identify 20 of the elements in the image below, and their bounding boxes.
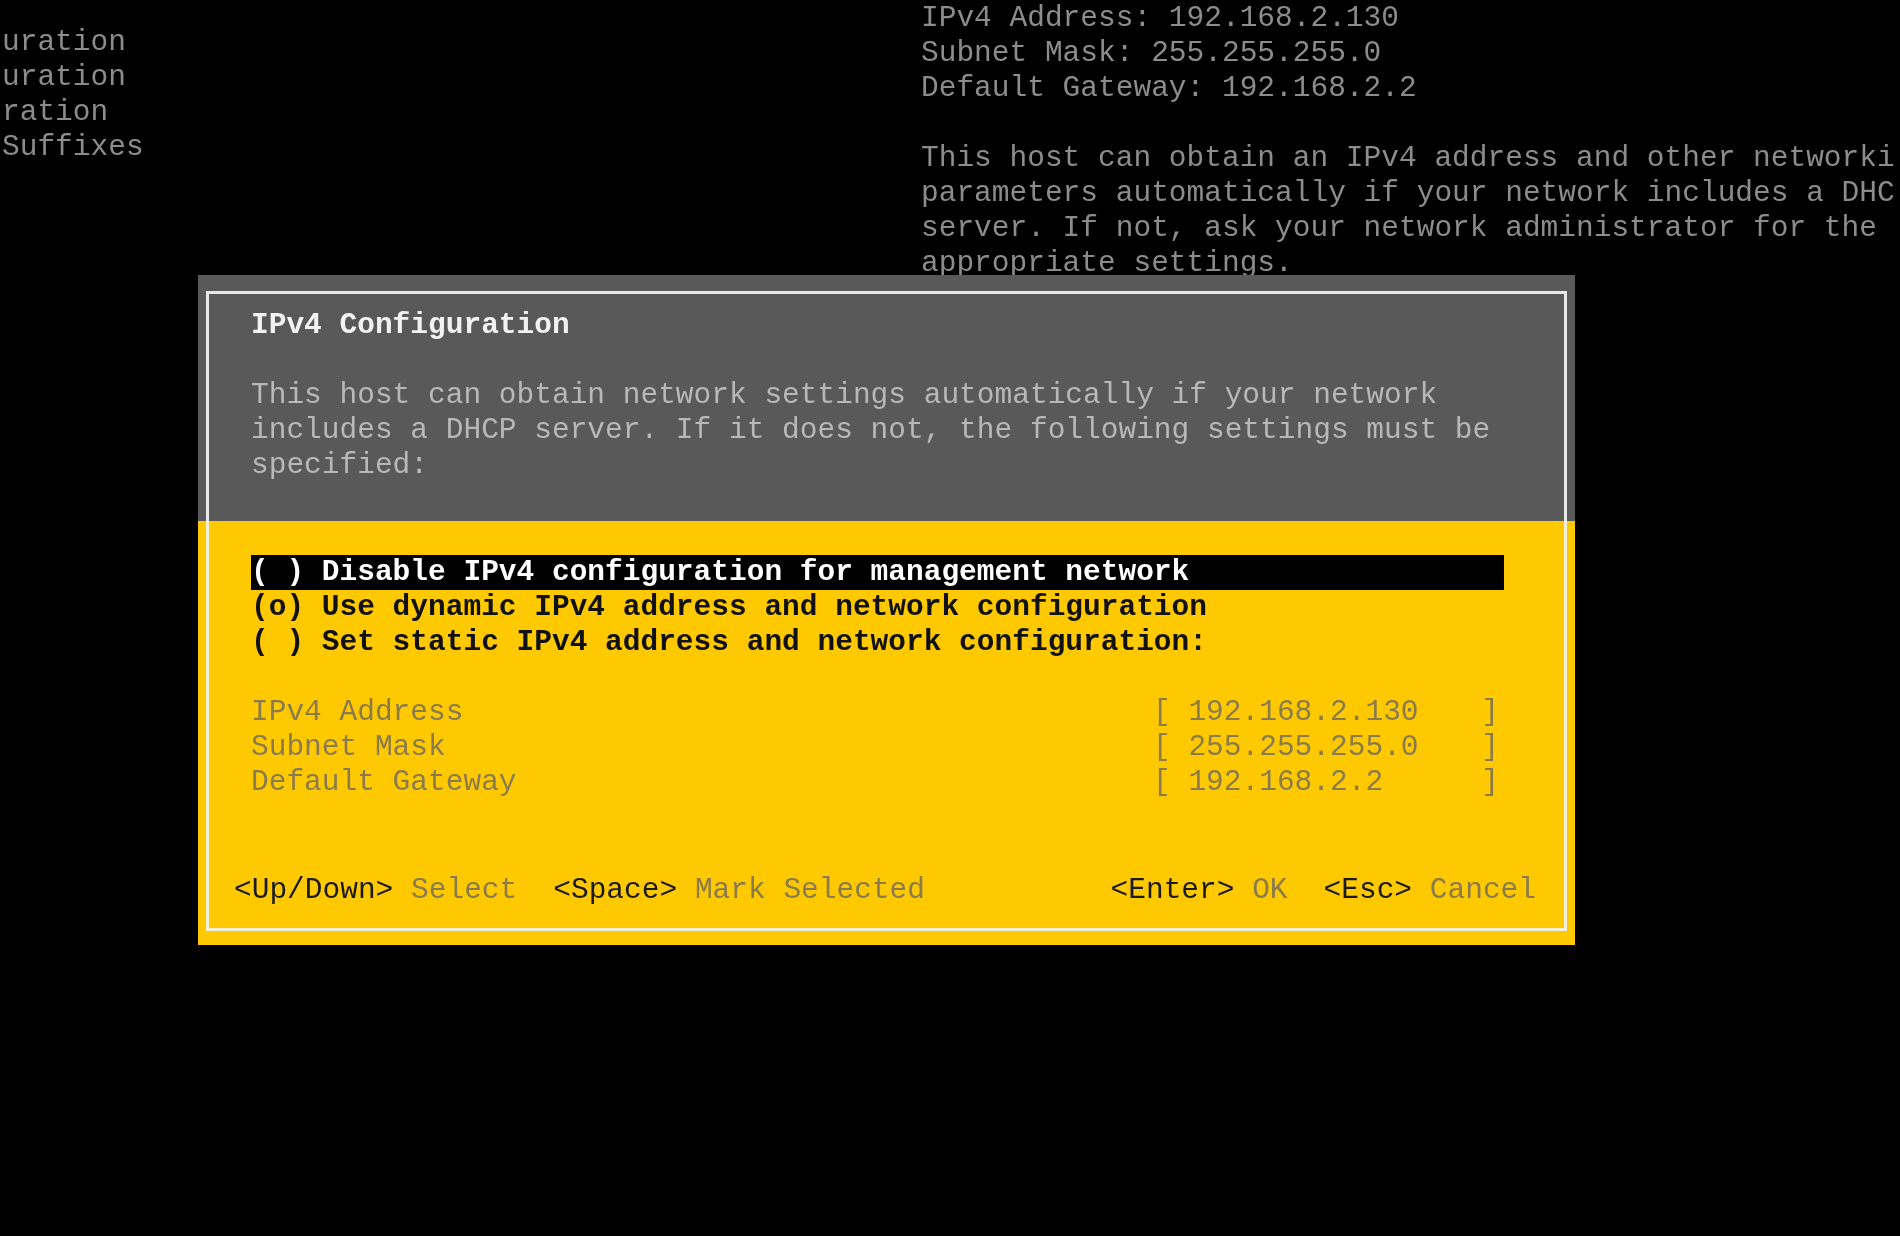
terminal-line: ration bbox=[2, 95, 110, 130]
field-label: Subnet Mask bbox=[251, 730, 446, 765]
terminal-line: Suffixes bbox=[2, 130, 145, 165]
terminal-paragraph: This host can obtain an IPv4 address and other networki parameters automatically if your network includes a DHC server. If not, ask your network administrator for the appropriate settings. bbox=[921, 141, 1895, 281]
dialog-description: This host can obtain network settings automatically if your network includes a DHCP server. If it does not, the following settings must be specified: bbox=[251, 378, 1492, 483]
key-hint: <Esc> Cancel bbox=[1323, 873, 1536, 908]
terminal-line: Subnet Mask: 255.255.255.0 bbox=[921, 36, 1383, 71]
terminal-line: uration bbox=[2, 25, 127, 60]
key-hint: <Space> Mark Selected bbox=[553, 873, 925, 908]
key-hint: <Enter> OK bbox=[1110, 873, 1288, 908]
field-label: Default Gateway bbox=[251, 765, 517, 800]
dialog-title: IPv4 Configuration bbox=[251, 308, 571, 343]
radio-option[interactable]: ( ) Disable IPv4 configuration for management network bbox=[251, 555, 1504, 590]
radio-option[interactable]: (o) Use dynamic IPv4 address and network configuration bbox=[251, 590, 1504, 625]
key-hint: <Up/Down> Select bbox=[234, 873, 518, 908]
terminal-line: IPv4 Address: 192.168.2.130 bbox=[921, 1, 1400, 36]
terminal-line: Default Gateway: 192.168.2.2 bbox=[921, 71, 1418, 106]
terminal-line: uration bbox=[2, 60, 127, 95]
radio-option[interactable]: ( ) Set static IPv4 address and network configuration: bbox=[251, 625, 1504, 660]
field-label: IPv4 Address bbox=[251, 695, 464, 730]
